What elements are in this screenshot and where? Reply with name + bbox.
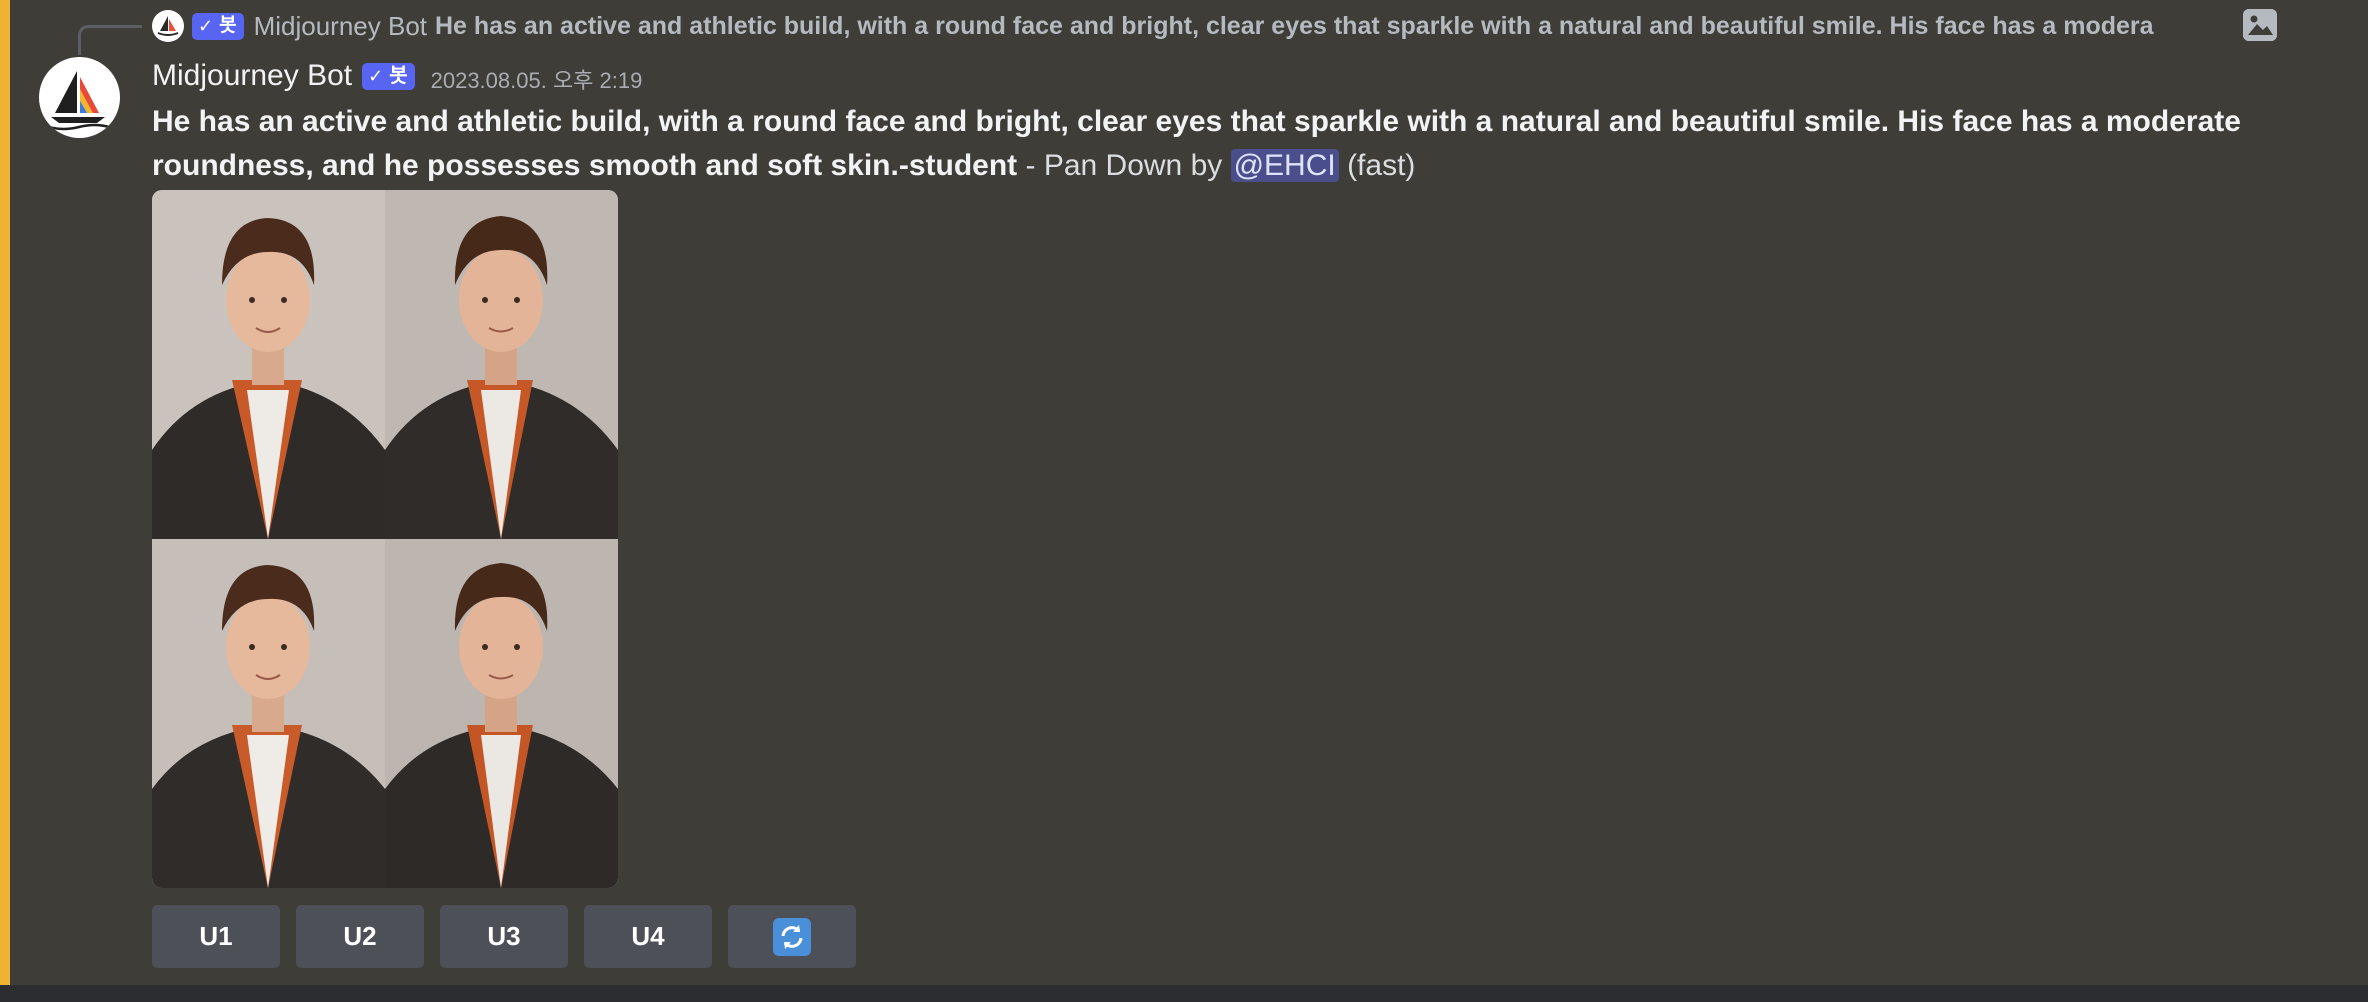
timestamp[interactable]: 2023.08.05. 오후 2:19 [431,63,643,95]
image-tile-1[interactable] [152,190,385,539]
reply-text[interactable]: He has an active and athletic build, wit… [435,12,2282,41]
image-grid[interactable] [152,190,618,888]
image-tile-2[interactable] [385,190,618,539]
portrait-image [385,190,618,539]
reply-reference[interactable]: ✓ 봇 Midjourney Bot He has an active and … [152,9,2282,43]
speed-text: (fast) [1338,149,1416,182]
refresh-icon [773,917,811,956]
bot-tag-label: 봇 [219,14,237,36]
image-tile-4[interactable] [385,539,618,888]
image-icon [2243,9,2277,41]
author-name[interactable]: Midjourney Bot [152,59,352,93]
image-tile-3[interactable] [152,539,385,888]
image-icon-glyph [2243,9,2277,41]
upscale-3-button[interactable]: U3 [440,905,568,968]
sailboat-icon [157,16,179,36]
reply-bot-tag: ✓ 봇 [192,12,244,40]
message-content: He has an active and athletic build, wit… [152,100,2282,188]
chat-bottom-strip [0,985,2368,1002]
upscale-1-button[interactable]: U1 [152,905,280,968]
reply-avatar[interactable] [152,10,184,42]
bot-tag-label: 봇 [389,64,408,87]
reply-connector [78,25,142,55]
refresh-arrows-glyph [781,924,803,949]
bot-avatar[interactable] [39,57,120,138]
bot-tag: ✓ 봇 [362,62,415,90]
upscale-4-button[interactable]: U4 [584,905,712,968]
pan-down-text: - Pan Down by [1017,149,1231,182]
portrait-image [152,190,385,539]
message-header: Midjourney Bot ✓ 봇 2023.08.05. 오후 2:19 [152,56,642,96]
verified-check-icon: ✓ [198,15,214,36]
upscale-2-button[interactable]: U2 [296,905,424,968]
reroll-button[interactable] [728,905,856,968]
user-mention[interactable]: @EHCI [1230,149,1339,182]
sailboat-logo-icon [48,71,110,131]
reply-author[interactable]: Midjourney Bot [254,11,427,42]
action-buttons: U1 U2 U3 U4 [152,905,856,968]
portrait-image [385,539,618,888]
verified-check-icon: ✓ [368,65,384,86]
message-highlight-bar [0,0,10,985]
portrait-image [152,539,385,888]
